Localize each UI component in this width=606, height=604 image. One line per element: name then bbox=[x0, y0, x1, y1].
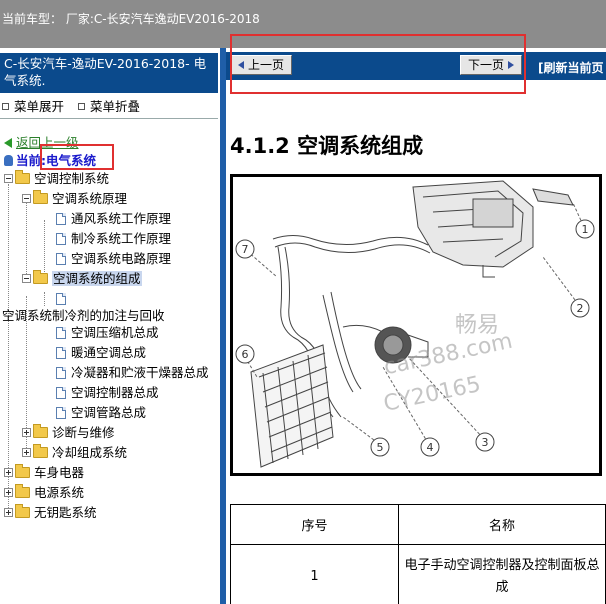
divider bbox=[0, 118, 218, 119]
tree-leaf-controller[interactable]: 空调控制器总成 bbox=[56, 383, 159, 403]
callout-7: 7 bbox=[242, 243, 249, 256]
document-icon bbox=[56, 347, 66, 359]
current-vehicle-text: 当前车型： 厂家:C-长安汽车逸动EV2016-2018 bbox=[2, 12, 260, 26]
callout-6: 6 bbox=[242, 348, 249, 361]
expand-icon bbox=[22, 448, 31, 457]
tree-node-ac-control[interactable]: 空调控制系统 bbox=[4, 169, 109, 189]
expand-icon bbox=[4, 468, 13, 477]
callout-2: 2 bbox=[577, 302, 584, 315]
document-icon bbox=[56, 253, 66, 265]
tree-leaf-compressor[interactable]: 空调压缩机总成 bbox=[56, 323, 159, 343]
document-icon bbox=[56, 213, 66, 225]
collapse-icon bbox=[4, 174, 13, 183]
tree-node-ac-composition[interactable]: 空调系统的组成 bbox=[22, 269, 142, 289]
ac-system-diagram: 1 2 3 4 5 6 7 畅易 car388.com CY20165 bbox=[230, 174, 602, 476]
parts-table: 序号 名称 1 电子手动空调控制器及控制面板总成 bbox=[230, 504, 606, 604]
folder-icon bbox=[15, 484, 30, 498]
expand-icon bbox=[4, 508, 13, 517]
square-icon bbox=[2, 103, 9, 110]
cell-number: 1 bbox=[230, 544, 399, 604]
diagram-drawing: 1 2 3 4 5 6 7 bbox=[235, 180, 595, 468]
menu-controls: 菜单展开 菜单折叠 bbox=[2, 96, 140, 115]
folder-icon bbox=[33, 270, 48, 284]
sidebar-header: C-长安汽车-逸动EV-2016-2018- 电气系统. bbox=[0, 53, 218, 93]
callout-4: 4 bbox=[427, 441, 434, 454]
folder-icon bbox=[33, 424, 48, 438]
folder-icon bbox=[33, 190, 48, 204]
page-title: 4.1.2 空调系统组成 bbox=[230, 134, 424, 158]
highlight-box bbox=[40, 144, 114, 170]
folder-icon bbox=[33, 444, 48, 458]
tree-node-body-electrics[interactable]: 车身电器 bbox=[4, 463, 84, 483]
tree-leaf-condenser[interactable]: 冷凝器和贮液干燥器总成 bbox=[56, 363, 209, 383]
collapse-icon bbox=[22, 194, 31, 203]
expand-icon bbox=[22, 428, 31, 437]
column-header-name: 名称 bbox=[398, 504, 606, 545]
sidebar: C-长安汽车-逸动EV-2016-2018- 电气系统. 菜单展开 菜单折叠 返… bbox=[0, 48, 220, 604]
location-icon bbox=[4, 155, 13, 166]
table-header-row: 序号 名称 bbox=[230, 504, 606, 545]
callout-5: 5 bbox=[377, 441, 384, 454]
folder-icon bbox=[15, 504, 30, 518]
cell-name: 电子手动空调控制器及控制面板总成 bbox=[398, 544, 606, 604]
tree-node-diagnosis[interactable]: 诊断与维修 bbox=[22, 423, 115, 443]
tree-leaf-hvac[interactable]: 暖通空调总成 bbox=[56, 343, 146, 363]
tree-line bbox=[44, 292, 45, 306]
expand-all-link[interactable]: 菜单展开 bbox=[2, 96, 64, 115]
tree-leaf-piping[interactable]: 空调管路总成 bbox=[56, 403, 146, 423]
expand-icon bbox=[4, 488, 13, 497]
document-icon bbox=[56, 233, 66, 245]
back-arrow-icon bbox=[4, 138, 12, 148]
folder-icon bbox=[15, 170, 30, 184]
folder-icon bbox=[15, 464, 30, 478]
collapse-all-link[interactable]: 菜单折叠 bbox=[78, 96, 140, 115]
collapse-icon bbox=[22, 274, 31, 283]
tree-node-keyless-system[interactable]: 无钥匙系统 bbox=[4, 503, 97, 523]
document-icon bbox=[56, 387, 66, 399]
refresh-page-link[interactable]: [刷新当前页 bbox=[538, 59, 604, 76]
document-icon bbox=[56, 327, 66, 339]
tree-node-ac-principle[interactable]: 空调系统原理 bbox=[22, 189, 127, 209]
callout-1: 1 bbox=[582, 223, 589, 236]
document-icon bbox=[56, 407, 66, 419]
table-row: 1 电子手动空调控制器及控制面板总成 bbox=[230, 544, 606, 604]
content-pane: 上一页 下一页 [刷新当前页 4.1.2 空调系统组成 1 2 3 4 5 6 … bbox=[226, 34, 606, 604]
tree-leaf-cooling[interactable]: 制冷系统工作原理 bbox=[56, 229, 171, 249]
tree-node-power-system[interactable]: 电源系统 bbox=[4, 483, 84, 503]
document-icon bbox=[56, 367, 66, 379]
square-icon bbox=[78, 103, 85, 110]
tree-leaf-circuit[interactable]: 空调系统电路原理 bbox=[56, 249, 171, 269]
highlight-box bbox=[230, 34, 526, 94]
callout-3: 3 bbox=[482, 436, 489, 449]
tree-node-cooling-system[interactable]: 冷却组成系统 bbox=[22, 443, 127, 463]
column-header-number: 序号 bbox=[230, 504, 399, 545]
tree-leaf-ventilation[interactable]: 通风系统工作原理 bbox=[56, 209, 171, 229]
document-icon bbox=[56, 293, 66, 305]
